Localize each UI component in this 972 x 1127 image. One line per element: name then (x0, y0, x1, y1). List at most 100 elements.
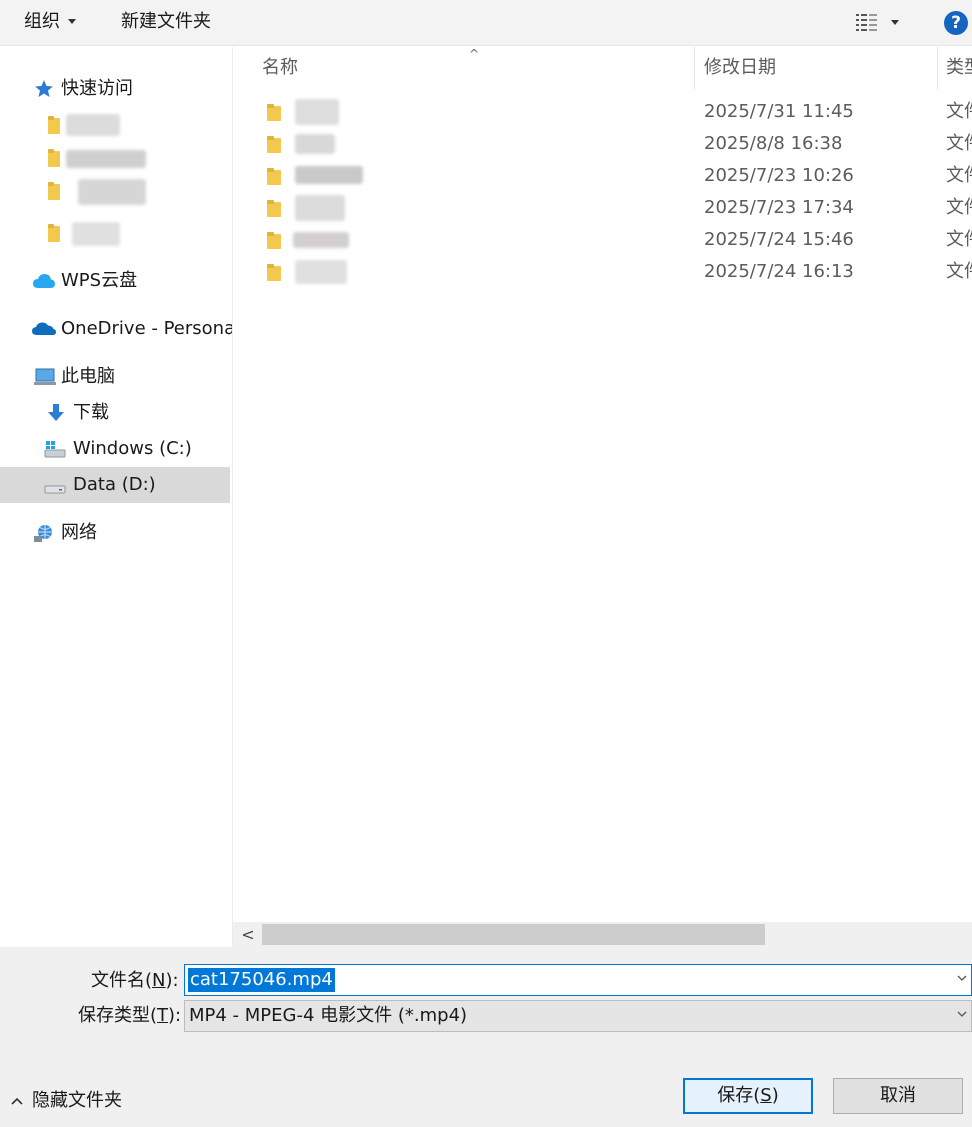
file-type: 文件 (946, 133, 972, 154)
redacted-label (66, 150, 146, 168)
nav-downloads[interactable]: 下载 (0, 395, 230, 431)
view-options-icon[interactable] (855, 12, 879, 32)
hide-folders-toggle[interactable]: 隐藏文件夹 (10, 1086, 122, 1116)
new-folder-button[interactable]: 新建文件夹 (121, 0, 211, 46)
column-header-type[interactable]: 类型 (946, 47, 972, 89)
file-row[interactable]: 2025/7/24 15:46 文件 (233, 224, 972, 256)
network-icon (34, 525, 52, 542)
redacted-filename (295, 260, 347, 284)
download-arrow-icon (48, 404, 64, 421)
savetype-label: 保存类型(T): (78, 1003, 181, 1029)
folder-icon (267, 136, 281, 153)
view-dropdown-icon[interactable] (891, 20, 899, 25)
nav-this-pc[interactable]: 此电脑 (0, 359, 230, 395)
help-icon[interactable]: ? (944, 11, 968, 35)
redacted-filename (295, 195, 345, 221)
filename-input[interactable]: cat175046.mp4 (184, 964, 972, 996)
savetype-label-key: T (157, 1005, 169, 1026)
file-modified-date: 2025/7/31 11:45 (704, 101, 854, 122)
redacted-filename (295, 134, 335, 154)
nav-quick-access-label: 快速访问 (61, 78, 133, 99)
redacted-filename (293, 232, 349, 248)
file-type: 文件 (946, 261, 972, 282)
file-row[interactable]: 2025/8/8 16:38 文件 (233, 128, 972, 160)
nav-downloads-label: 下载 (73, 402, 109, 423)
caret-down-icon (68, 18, 76, 24)
column-separator[interactable] (694, 47, 695, 89)
savetype-value: MP4 - MPEG-4 电影文件 (*.mp4) (189, 1005, 468, 1026)
scrollbar-thumb[interactable] (262, 924, 765, 945)
folder-icon (48, 224, 60, 242)
filename-label-key: N (152, 970, 166, 991)
toolbar: 组织 新建文件夹 ? (0, 0, 972, 46)
cancel-button[interactable]: 取消 (833, 1078, 963, 1114)
sort-ascending-icon: ^ (469, 47, 480, 61)
chevron-down-icon[interactable] (957, 1009, 967, 1019)
nav-pinned-item[interactable] (44, 144, 146, 172)
filename-value: cat175046.mp4 (188, 968, 335, 992)
nav-windows-c[interactable]: Windows (C:) (0, 431, 230, 467)
scroll-left-arrow-icon[interactable]: < (237, 922, 259, 947)
save-label: 保存( (717, 1085, 761, 1106)
filename-label: 文件名(N): (91, 968, 179, 994)
filename-label-suffix: ): (165, 970, 179, 991)
organize-label: 组织 (24, 11, 60, 32)
nav-network[interactable]: 网络 (0, 515, 230, 551)
folder-icon (267, 200, 281, 217)
file-row[interactable]: 2025/7/24 16:13 文件 (233, 256, 972, 288)
column-header-name[interactable]: 名称 (262, 47, 298, 89)
file-row[interactable]: 2025/7/31 11:45 文件 (233, 96, 972, 128)
nav-onedrive-label: OneDrive - Personal (61, 318, 232, 339)
navigation-pane: 快速访问 WPS云盘 OneDrive - Personal 此电脑 下载 Wi… (0, 47, 232, 947)
horizontal-scrollbar[interactable]: < (233, 922, 972, 947)
file-type: 文件 (946, 165, 972, 186)
file-modified-date: 2025/7/24 16:13 (704, 261, 854, 282)
nav-wps-cloud[interactable]: WPS云盘 (0, 263, 230, 299)
nav-data-d[interactable]: Data (D:) (0, 467, 230, 503)
redacted-filename (295, 166, 363, 184)
savetype-label-suffix: ): (168, 1005, 182, 1026)
nav-quick-access[interactable]: 快速访问 (0, 71, 230, 107)
file-modified-date: 2025/8/8 16:38 (704, 133, 843, 154)
redacted-label (78, 179, 146, 205)
nav-windows-c-label: Windows (C:) (73, 438, 192, 459)
file-type: 文件 (946, 101, 972, 122)
folder-icon (48, 149, 60, 167)
file-modified-date: 2025/7/23 10:26 (704, 165, 854, 186)
file-type: 文件 (946, 197, 972, 218)
file-row[interactable]: 2025/7/23 10:26 文件 (233, 160, 972, 192)
nav-wps-cloud-label: WPS云盘 (61, 270, 138, 291)
folder-icon (267, 168, 281, 185)
save-label-suffix: ) (771, 1085, 779, 1106)
chevron-up-icon (11, 1097, 23, 1105)
nav-onedrive[interactable]: OneDrive - Personal (0, 311, 232, 347)
nav-pinned-item[interactable] (44, 219, 124, 247)
organize-button[interactable]: 组织 (24, 0, 76, 46)
star-pin-icon (35, 80, 53, 97)
column-separator[interactable] (937, 47, 938, 89)
onedrive-cloud-icon (32, 322, 56, 335)
file-list: ^ 名称 修改日期 类型 2025/7/31 11:45 文件 2025/8/8… (233, 47, 972, 922)
redacted-filename (295, 99, 339, 125)
column-header-modified[interactable]: 修改日期 (704, 47, 776, 89)
file-modified-date: 2025/7/23 17:34 (704, 197, 854, 218)
nav-this-pc-label: 此电脑 (61, 366, 115, 387)
nav-pinned-item[interactable] (44, 177, 146, 205)
drive-icon (44, 485, 66, 494)
save-label-key: S (760, 1085, 772, 1106)
savetype-select[interactable]: MP4 - MPEG-4 电影文件 (*.mp4) (184, 1000, 972, 1032)
file-type: 文件 (946, 229, 972, 250)
folder-icon (48, 182, 60, 200)
redacted-label (72, 222, 120, 246)
nav-network-label: 网络 (61, 522, 97, 543)
save-button[interactable]: 保存(S) (683, 1078, 813, 1114)
savetype-label-text: 保存类型( (78, 1005, 158, 1026)
file-row[interactable]: 2025/7/23 17:34 文件 (233, 192, 972, 224)
windows-drive-icon (44, 441, 66, 458)
nav-pinned-item[interactable] (44, 111, 124, 139)
folder-icon (48, 116, 60, 134)
chevron-down-icon[interactable] (957, 973, 967, 983)
folder-icon (267, 232, 281, 249)
cloud-icon (33, 274, 55, 288)
folder-icon (267, 104, 281, 121)
